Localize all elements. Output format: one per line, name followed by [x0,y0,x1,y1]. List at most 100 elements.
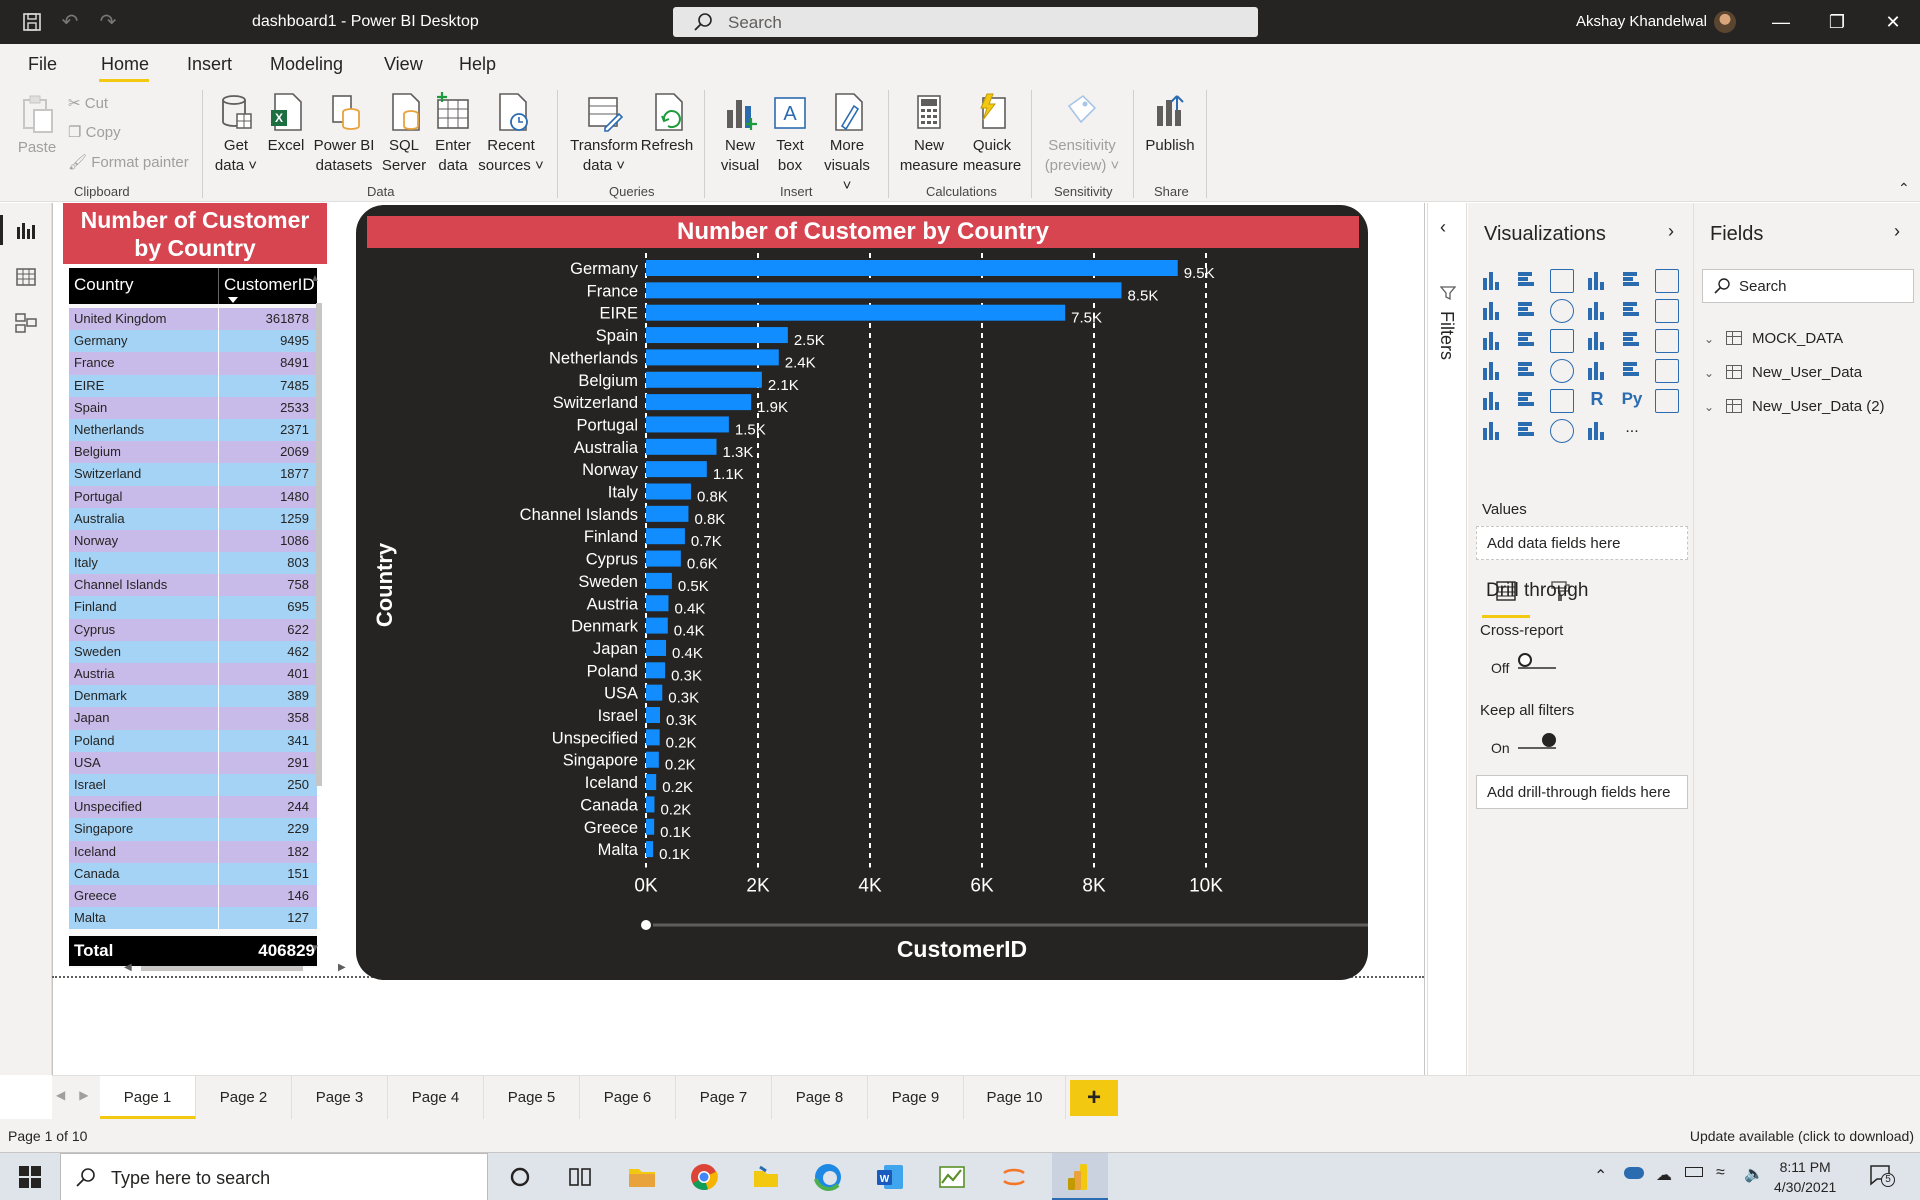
treemap-chart-icon[interactable] [1655,329,1679,353]
zoom-slider-handle[interactable] [639,918,653,932]
sensitivity-button[interactable]: Sensitivity (preview) ˅ [1040,92,1124,176]
table-row[interactable]: Spain 2533 [69,396,317,419]
key-influencers-chart-icon[interactable] [1655,389,1679,413]
decomposition-tree-chart-icon[interactable] [1480,419,1504,443]
excel-button[interactable]: X Excel [266,92,306,156]
page-tab[interactable]: Page 7 [676,1076,772,1120]
bar[interactable] [646,260,1178,276]
refresh-button[interactable]: Refresh [640,92,694,156]
page-tab[interactable]: Page 6 [580,1076,676,1120]
recent-sources-button[interactable]: Recent sources ˅ [478,92,544,176]
bar[interactable] [646,774,657,791]
tab-view[interactable]: View [384,54,423,75]
bar[interactable] [646,371,762,388]
chevron-down-icon[interactable]: ⌄ [1704,366,1720,380]
notifications-button[interactable]: 5 [1868,1163,1895,1187]
r-visual-chart-icon[interactable]: R [1585,389,1609,413]
bar-chart-visual[interactable]: 0K 2K 4K 6K 8K 10K Germany 9.5K France 8.5K EIRE 7.… [356,205,1368,980]
volume-icon[interactable]: 🔈 [1744,1164,1764,1184]
power-bi-icon[interactable] [1064,1161,1096,1193]
tab-modeling[interactable]: Modeling [270,54,343,75]
funnel-chart-icon[interactable] [1515,329,1539,353]
cloud-sync-icon[interactable]: ☁ [1656,1165,1672,1185]
table-row[interactable]: Finland 695 [69,596,317,619]
100-bar-chart-icon[interactable] [1620,269,1644,293]
bar[interactable] [646,707,660,723]
publish-button[interactable]: Publish [1142,92,1198,156]
table-chart-icon[interactable] [1515,389,1539,413]
edge-icon[interactable] [812,1161,844,1193]
scroll-thumb[interactable] [141,966,303,971]
collapse-fields-icon[interactable]: › [1894,221,1900,242]
column-header-country[interactable]: Country [74,275,134,295]
report-canvas[interactable]: Number of Customer by Country Country Cu… [52,203,1427,1075]
table-row[interactable]: Denmark 389 [69,685,317,708]
gauge-chart-icon[interactable] [1550,359,1574,383]
filled-map-chart-icon[interactable] [1515,359,1539,383]
close-button[interactable]: ✕ [1870,8,1916,36]
matrix-chart-icon[interactable] [1550,389,1574,413]
onedrive-icon[interactable] [1624,1167,1644,1179]
table-row[interactable]: Italy 803 [69,552,317,575]
clustered-bar-chart-icon[interactable] [1550,269,1574,293]
page-tab[interactable]: Page 10 [964,1076,1066,1120]
table-row[interactable]: Netherlands 2371 [69,418,317,442]
field-table-mock-data[interactable]: ⌄ MOCK_DATA [1704,330,1843,352]
table-row[interactable]: Singapore 229 [69,818,317,841]
add-page-button[interactable]: + [1070,1080,1118,1116]
bar[interactable] [646,751,659,768]
multi-row-card-chart-icon[interactable] [1620,359,1644,383]
scroll-right-icon[interactable]: ▶ [338,962,346,973]
page-tab[interactable]: Page 4 [388,1076,484,1120]
page-tab[interactable]: Page 3 [292,1076,388,1120]
bar[interactable] [646,528,685,545]
waterfall-chart-icon[interactable] [1480,329,1504,353]
minimize-button[interactable]: — [1758,8,1804,36]
table-row[interactable]: Belgium 2069 [69,441,317,464]
jupyter-icon[interactable] [998,1161,1030,1193]
smart-narrative-chart-icon[interactable] [1550,419,1574,443]
enter-data-button[interactable]: Enter data [432,92,474,176]
table-row[interactable]: EIRE 7485 [69,374,317,397]
fields-search-input[interactable]: Search [1702,269,1914,303]
bar[interactable] [646,505,689,522]
bar[interactable] [646,818,655,835]
scroll-left-icon[interactable]: ◀ [124,962,132,973]
page-nav-arrows[interactable]: ◀▶ [56,1088,102,1102]
ribbon-chart-icon[interactable] [1655,299,1679,323]
bar[interactable] [646,304,1066,321]
kpi-chart-icon[interactable] [1655,359,1679,383]
table-row[interactable]: Greece 146 [69,884,317,908]
page-tab[interactable]: Page 2 [196,1076,292,1120]
clustered-column-chart-icon[interactable] [1585,269,1609,293]
expand-filters-icon[interactable]: ‹ [1440,217,1446,238]
page-tab[interactable]: Page 1 [100,1076,196,1120]
user-name[interactable]: Akshay Khandelwal [1576,13,1707,30]
file-explorer-icon[interactable] [626,1161,658,1193]
bar[interactable] [646,572,672,589]
bar[interactable] [646,617,668,634]
quick-measure-button[interactable]: Quick measure [960,92,1024,176]
field-table-new-user-data[interactable]: ⌄ New_User_Data [1704,364,1862,386]
clock[interactable]: 8:11 PM 4/30/2021 [1774,1157,1836,1197]
tray-chevron-icon[interactable]: ⌃ [1594,1166,1607,1186]
file-manager-icon[interactable] [750,1161,782,1193]
table-row[interactable]: Israel 250 [69,773,317,797]
table-row[interactable]: Austria 401 [69,663,317,686]
python-visual-chart-icon[interactable]: Py [1620,389,1644,413]
tab-home[interactable]: Home [101,54,149,75]
bar[interactable] [646,327,788,344]
table-row[interactable]: Sweden 462 [69,640,317,663]
redo-icon[interactable]: ↷ [96,10,120,34]
more-visuals-button[interactable]: More visuals ˅ [818,92,876,196]
slicer-chart-icon[interactable] [1480,389,1504,413]
table-row[interactable]: Iceland 182 [69,840,317,863]
scatter-chart-icon[interactable] [1550,329,1574,353]
bar[interactable] [646,416,729,433]
bar[interactable] [646,483,691,500]
bar[interactable] [646,662,666,679]
cortana-icon[interactable] [504,1161,536,1193]
field-table-new-user-data-2[interactable]: ⌄ New_User_Data (2) [1704,398,1885,420]
keep-filters-toggle[interactable] [1518,733,1556,749]
table-row[interactable]: USA 291 [69,751,317,774]
